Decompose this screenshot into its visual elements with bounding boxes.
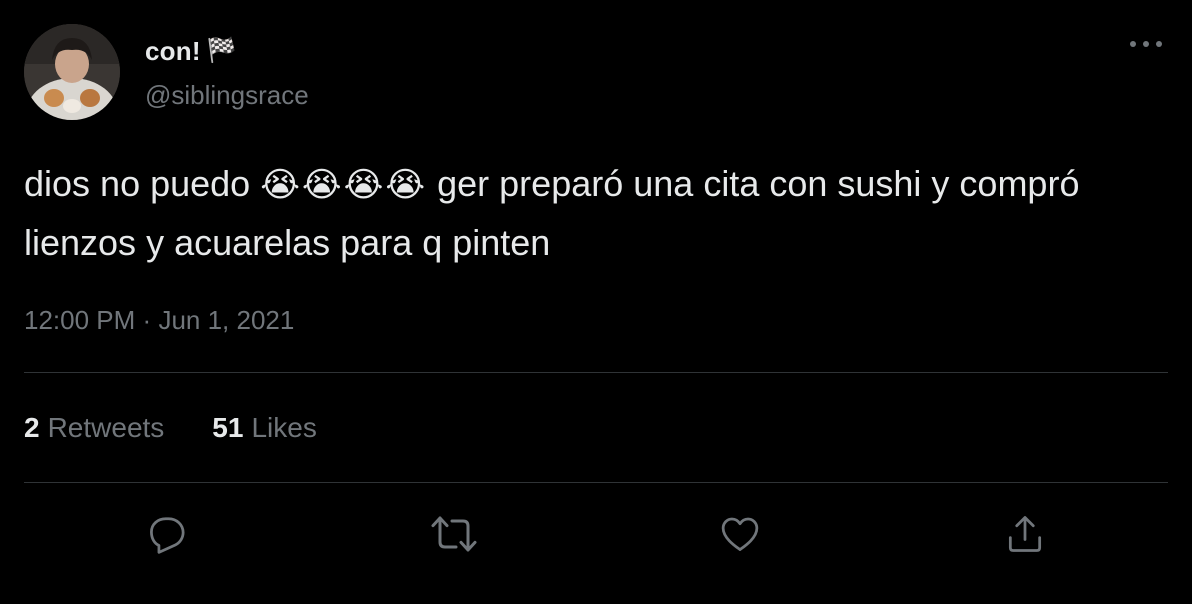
likes-label: Likes (251, 412, 317, 443)
likes-stat[interactable]: 51 Likes (212, 412, 317, 444)
retweet-button[interactable] (430, 510, 478, 558)
like-icon (721, 517, 759, 551)
more-horizontal-icon (1130, 41, 1162, 47)
likes-count: 51 (212, 412, 244, 443)
like-button[interactable] (716, 510, 764, 558)
avatar[interactable] (24, 24, 120, 120)
author-name-row[interactable]: con! 🏁 (145, 34, 237, 68)
tweet-date[interactable]: Jun 1, 2021 (158, 305, 294, 335)
tweet-timestamp[interactable]: 12:00 PM · Jun 1, 2021 (24, 305, 294, 336)
avatar-image (24, 24, 120, 120)
divider-top (24, 372, 1168, 373)
retweets-stat[interactable]: 2 Retweets (24, 412, 164, 444)
share-icon (1008, 516, 1042, 552)
reply-button[interactable] (143, 510, 191, 558)
reply-icon (150, 517, 185, 554)
retweet-icon (431, 516, 477, 552)
display-name[interactable]: con! (145, 36, 201, 67)
tweet-stats: 2 Retweets 51 Likes (24, 412, 317, 444)
user-handle[interactable]: @siblingsrace (145, 80, 309, 111)
tweet-time[interactable]: 12:00 PM (24, 305, 135, 335)
retweets-count: 2 (24, 412, 40, 443)
timestamp-separator: · (142, 305, 152, 335)
tweet-text: dios no puedo 😭😭😭😭 ger preparó una cita … (24, 155, 1164, 272)
tweet-text-part-1: dios no puedo (24, 163, 261, 204)
retweets-label: Retweets (47, 412, 165, 443)
checkered-flag-icon: 🏁 (206, 37, 237, 64)
share-button[interactable] (1001, 510, 1049, 558)
more-options-button[interactable] (1124, 30, 1168, 58)
divider-bottom (24, 482, 1168, 483)
crying-face-icon: 😭😭😭😭 (260, 166, 428, 204)
